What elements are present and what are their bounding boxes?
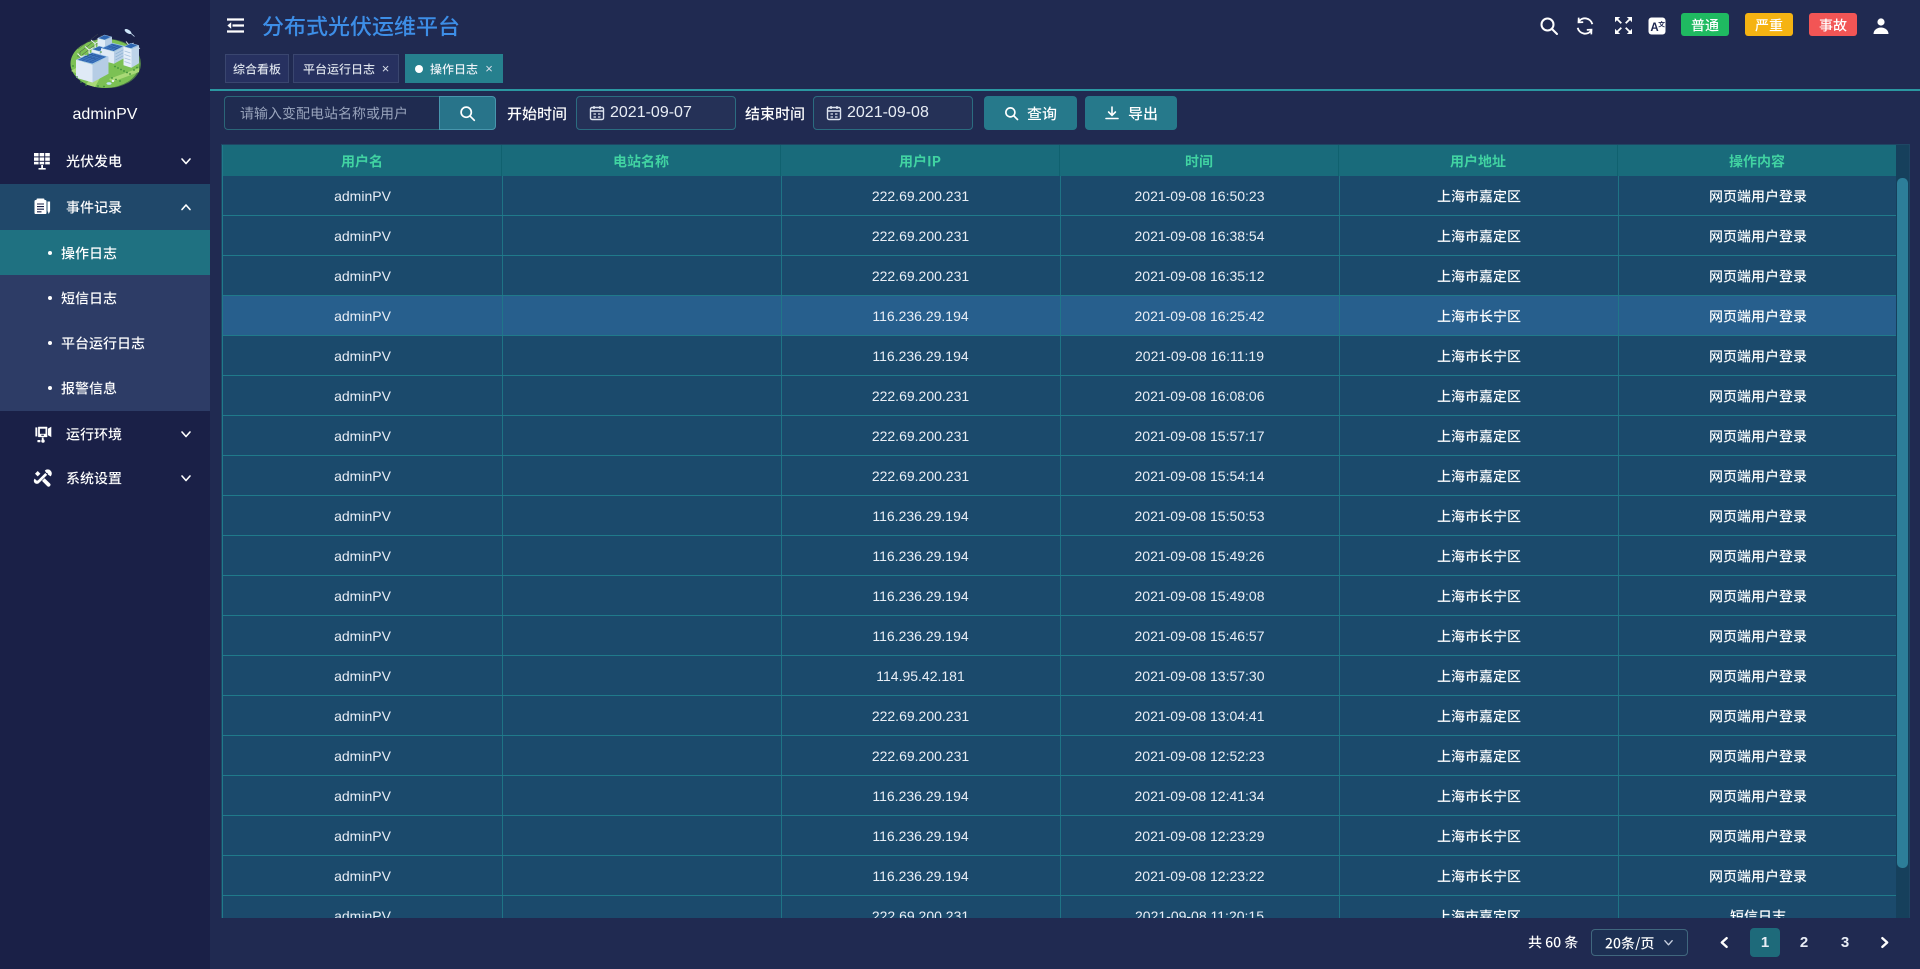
svg-text:A: A: [1650, 22, 1658, 34]
